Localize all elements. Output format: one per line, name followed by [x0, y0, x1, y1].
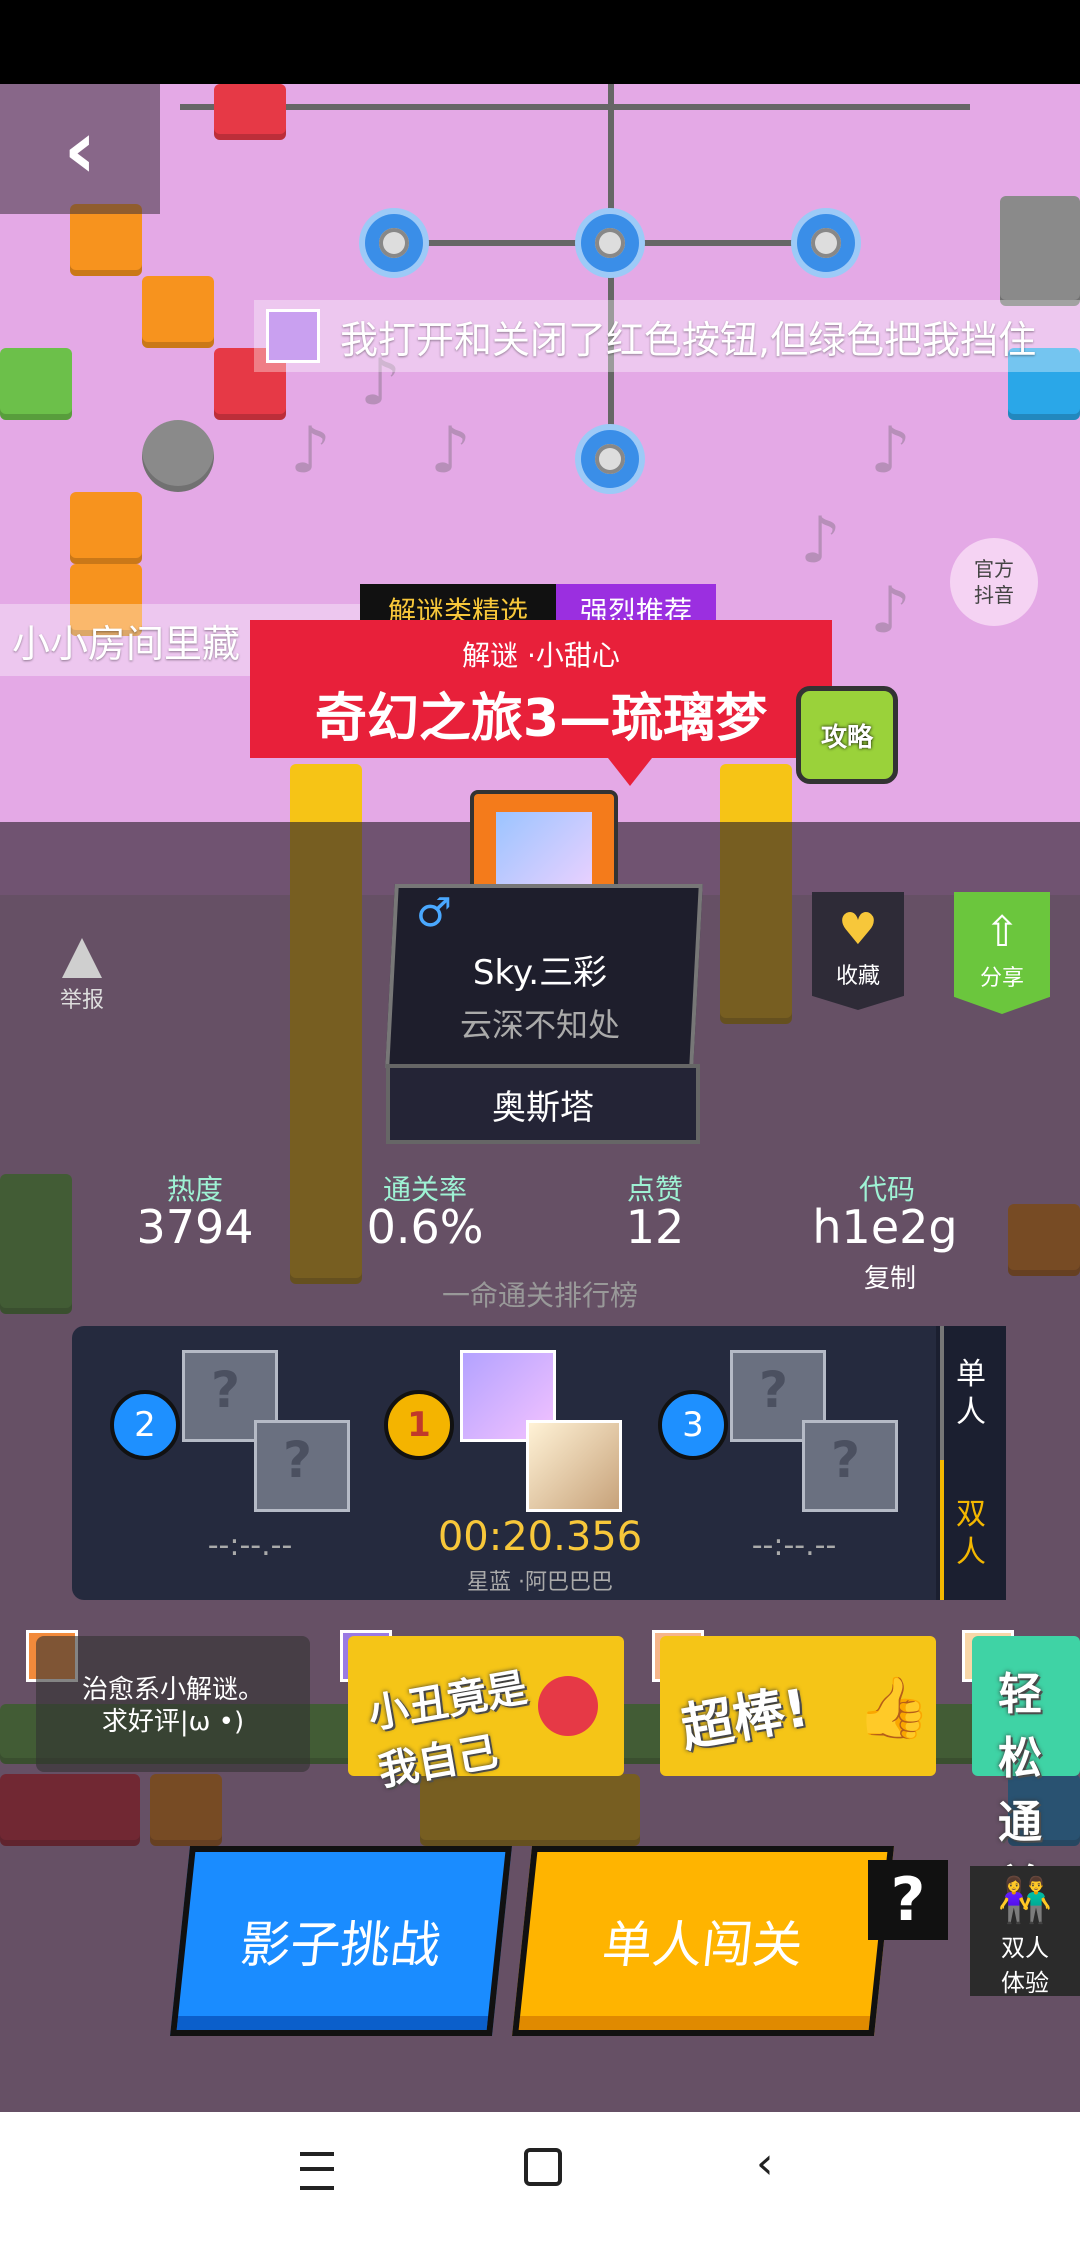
- stat-value-code: h1e2g: [812, 1200, 958, 1254]
- solo-run-button[interactable]: 单人闯关: [512, 1846, 894, 2036]
- report-label: 举报: [59, 988, 104, 1013]
- scene-chat-text: 我打开和关闭了红色按钮,但绿色把我挡住: [340, 317, 1037, 362]
- level-title-banner: 解谜 ·小甜心 奇幻之旅3—琉璃梦: [250, 620, 832, 758]
- shadow-challenge-label: 影子挑战: [237, 1916, 444, 1974]
- duo-trial-line1: 双人: [1001, 1934, 1049, 1962]
- author-comment-line2: 求好评|ω •): [101, 1707, 245, 1737]
- scene-chat-bubble: 我打开和关闭了红色按钮,但绿色把我挡住: [254, 300, 1080, 372]
- author-comment[interactable]: 治愈系小解谜。 求好评|ω •): [36, 1636, 310, 1772]
- two-people-icon: 👫: [997, 1875, 1053, 1926]
- help-button[interactable]: ?: [868, 1860, 948, 1940]
- stat-value-clear-rate: 0.6%: [366, 1200, 484, 1254]
- record-time: --:--.--: [751, 1528, 837, 1563]
- shadow-challenge-button[interactable]: 影子挑战: [170, 1846, 512, 2036]
- banner-pointer: [608, 758, 652, 786]
- copy-code-button[interactable]: 复制: [820, 1258, 960, 1295]
- report-button[interactable]: 举报: [44, 938, 120, 1014]
- leaderboard-title: 一命通关排行榜: [441, 1279, 638, 1312]
- guide-button[interactable]: 攻略: [796, 686, 898, 784]
- comment-sticker[interactable]: 超棒! 👍: [660, 1636, 936, 1776]
- duo-trial-button[interactable]: 👫 双人 体验: [970, 1866, 1080, 1997]
- tab-single[interactable]: 单 人: [946, 1356, 996, 1432]
- comment-sticker[interactable]: 轻松 通关: [972, 1636, 1080, 1912]
- sticker-line1: 轻松: [998, 1669, 1042, 1784]
- duo-trial-line2: 体验: [1001, 1969, 1049, 1997]
- guide-label: 攻略: [820, 722, 873, 753]
- rank-badge: 3: [658, 1390, 728, 1460]
- male-icon: ♂: [416, 890, 452, 936]
- player-slot-empty[interactable]: ?: [254, 1420, 350, 1512]
- avatar: [266, 309, 320, 363]
- home-icon[interactable]: [524, 2148, 562, 2186]
- menu-icon[interactable]: [300, 2152, 334, 2190]
- scene-chat-text: 小小房间里藏: [12, 621, 241, 666]
- stat-value-heat: 3794: [136, 1200, 254, 1254]
- author-stage-name: 奥斯塔: [386, 1064, 700, 1144]
- share-button[interactable]: ⇧ 分享: [954, 892, 1050, 1014]
- record-time: --:--.--: [207, 1528, 293, 1563]
- gold-medal-icon: 1: [384, 1390, 454, 1460]
- official-badge-line1: 官方: [974, 557, 1014, 581]
- system-navigation-bar: ‹: [0, 2112, 1080, 2244]
- clown-icon: [538, 1676, 598, 1736]
- tab-double[interactable]: 双 人: [946, 1496, 996, 1572]
- status-bar: [0, 0, 1080, 84]
- sticker-text: 超棒!: [676, 1678, 813, 1760]
- solo-run-label: 单人闯关: [599, 1916, 806, 1974]
- tab-single-char: 人: [956, 1395, 986, 1430]
- share-icon: ⇧: [984, 907, 1020, 956]
- rank-badge: 2: [110, 1390, 180, 1460]
- favorite-button[interactable]: ♥ 收藏: [812, 892, 904, 1010]
- author-motto: 云深不知处: [459, 1006, 620, 1044]
- tab-single-char: 单: [956, 1357, 986, 1392]
- stat-value-likes: 12: [625, 1200, 685, 1254]
- favorite-label: 收藏: [835, 964, 880, 989]
- chevron-left-icon: ‹: [63, 102, 97, 196]
- record-time-first: 00:20.356: [437, 1514, 643, 1560]
- author-name[interactable]: Sky.三彩: [390, 945, 690, 994]
- player-slot-empty[interactable]: ?: [802, 1420, 898, 1512]
- level-title: 奇幻之旅3—琉璃梦: [314, 689, 768, 749]
- record-players: 星蓝 ·阿巴巴巴: [467, 1570, 613, 1595]
- tab-indicator: [940, 1460, 944, 1600]
- official-badge[interactable]: 官方 抖音: [950, 538, 1038, 626]
- heart-icon: ♥: [838, 904, 878, 955]
- tab-double-char: 双: [956, 1497, 986, 1532]
- author-comment-line1: 治愈系小解谜。: [81, 1675, 264, 1705]
- warning-icon: [62, 938, 102, 978]
- share-label: 分享: [979, 966, 1024, 991]
- back-nav-icon[interactable]: ‹: [756, 2138, 774, 2189]
- player-avatar[interactable]: [526, 1420, 622, 1512]
- tab-double-char: 人: [956, 1535, 986, 1570]
- back-button[interactable]: ‹: [0, 84, 160, 214]
- thumbs-up-icon: 👍: [856, 1673, 931, 1743]
- official-badge-line2: 抖音: [974, 583, 1014, 607]
- question-icon: ?: [890, 1865, 926, 1935]
- level-subtitle: 解谜 ·小甜心: [462, 639, 620, 672]
- comment-sticker[interactable]: 小丑竟是 我自己: [348, 1636, 624, 1795]
